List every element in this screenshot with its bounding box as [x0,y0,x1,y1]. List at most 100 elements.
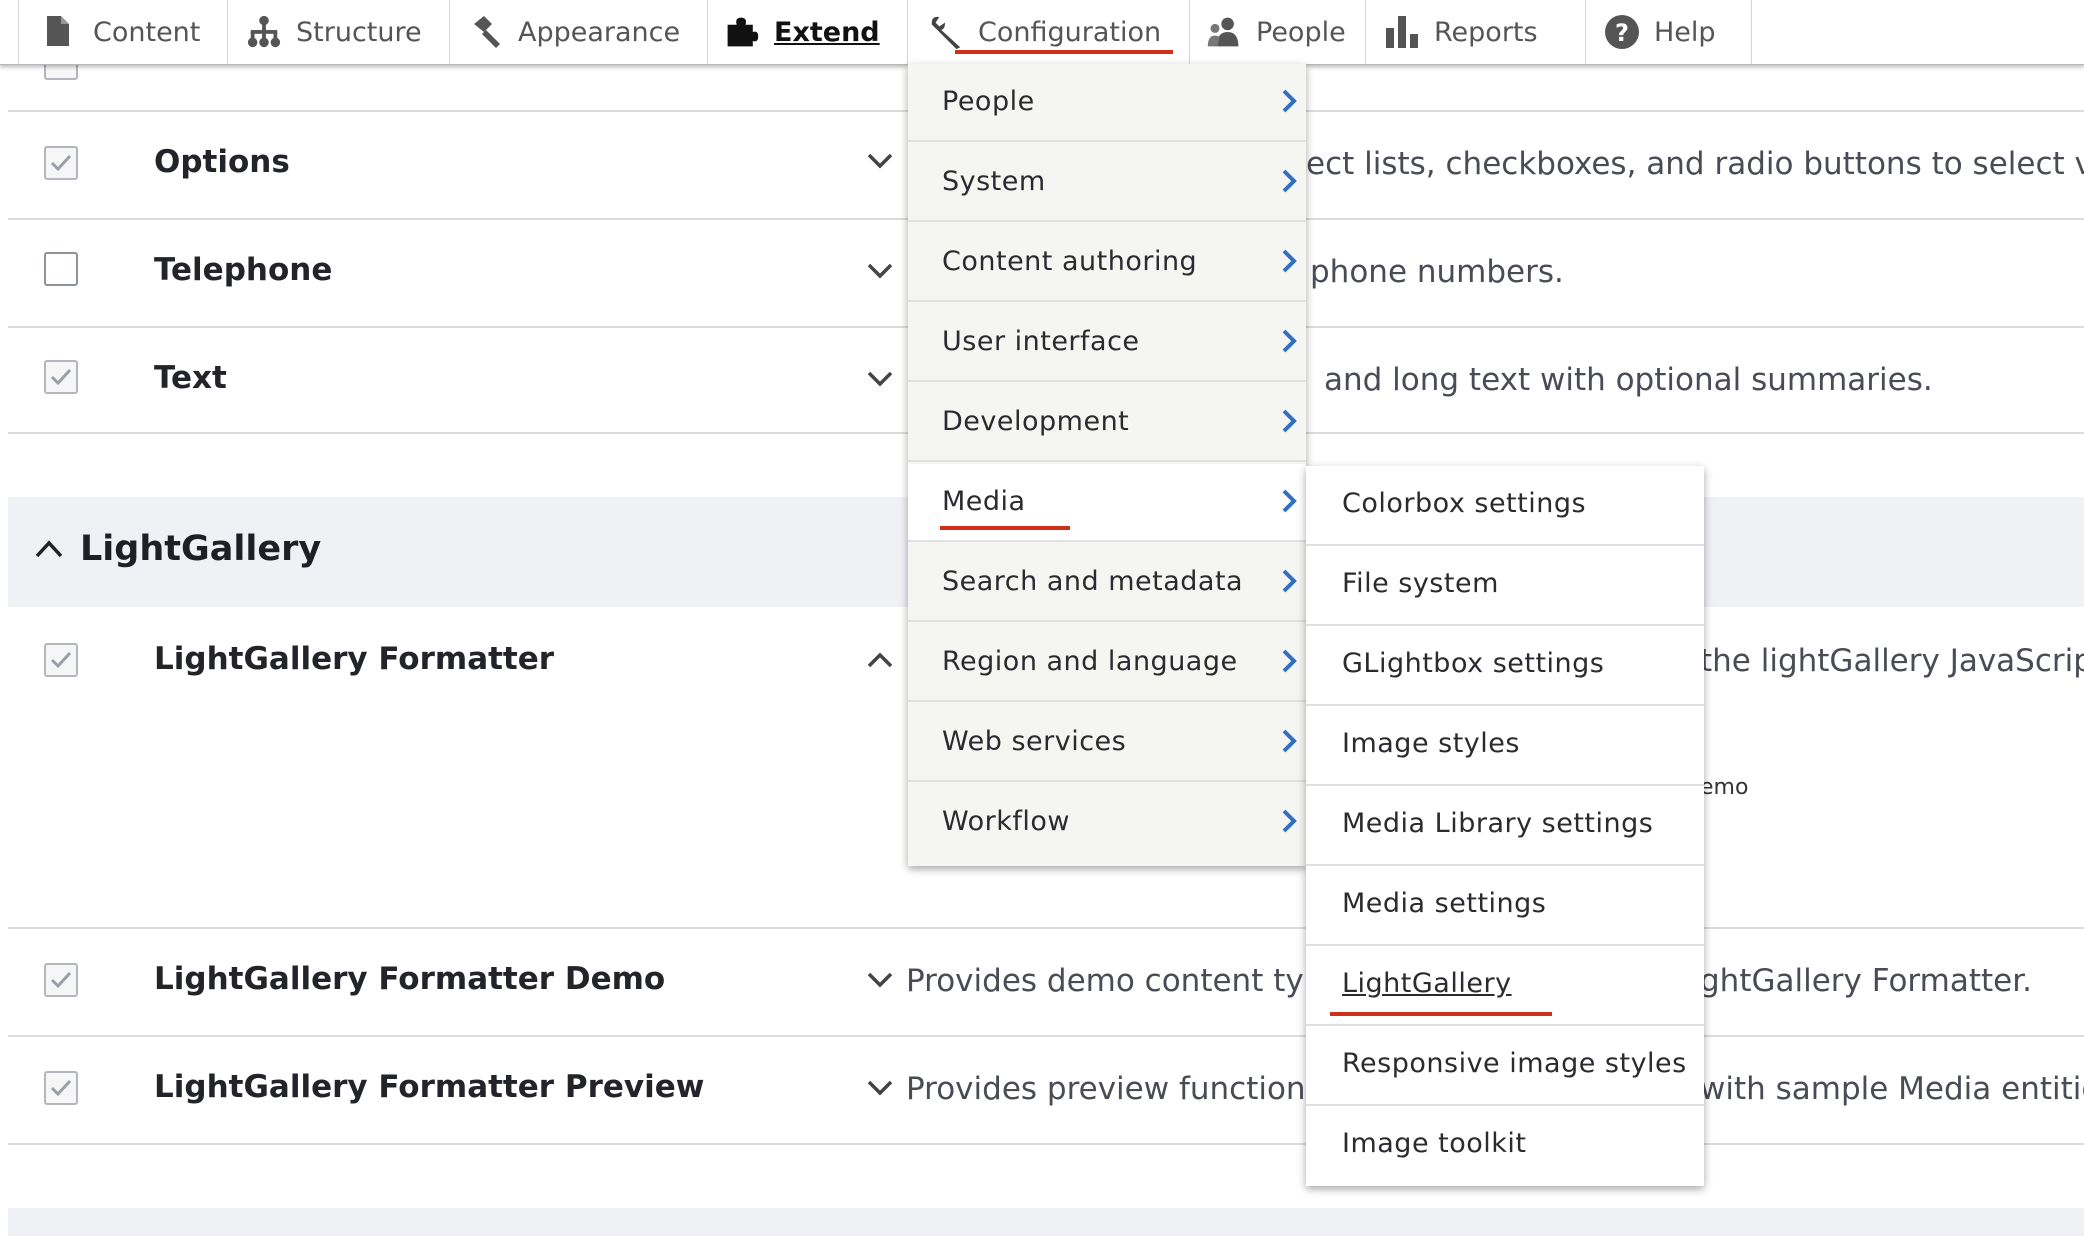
chevron-right-icon [1280,568,1298,601]
toolbar-reports[interactable]: Reports [1366,0,1586,64]
module-description: ect lists, checkboxes, and radio buttons… [1306,146,2084,182]
config-menu-item-people[interactable]: People [908,64,1306,142]
menu-item-label: Content authoring [942,246,1198,277]
media-highlight-underline [940,526,1070,530]
menu-item-label: System [942,166,1046,197]
toolbar-structure[interactable]: Structure [228,0,450,64]
module-description-tail: with sample Media entities. [1700,1071,2084,1107]
config-menu-item-development[interactable]: Development [908,384,1306,462]
media-menu-item-responsive-image-styles[interactable]: Responsive image styles [1306,1026,1704,1106]
chevron-right-icon [1280,248,1298,281]
menu-item-label: Media [942,486,1026,517]
admin-toolbar: Content Structure Appearance Extend Conf… [0,0,2084,65]
chevron-right-icon [1280,168,1298,201]
media-menu-item-media-settings[interactable]: Media settings [1306,866,1704,946]
toolbar-help[interactable]: ? Help [1586,0,1752,64]
module-checkbox-telephone[interactable] [44,252,78,286]
toolbar-structure-label: Structure [296,16,422,48]
chevron-up-icon[interactable] [866,651,894,673]
media-menu-item-file-system[interactable]: File system [1306,546,1704,626]
config-menu-item-region-and-language[interactable]: Region and language [908,624,1306,702]
chevron-up-icon[interactable] [34,539,64,563]
config-menu-item-user-interface[interactable]: User interface [908,304,1306,382]
menu-item-label: Workflow [942,806,1070,837]
config-menu-item-content-authoring[interactable]: Content authoring [908,224,1306,302]
menu-item-label: Region and language [942,646,1238,677]
wrench-icon [928,14,964,50]
menu-item-label: Search and metadata [942,566,1244,597]
media-menu-item-colorbox-settings[interactable]: Colorbox settings [1306,466,1704,546]
module-title: Text [154,360,227,396]
chevron-down-icon[interactable] [866,152,894,174]
menu-item-label: User interface [942,326,1140,357]
toolbar-extend[interactable]: Extend [708,0,908,64]
media-menu-item-media-library-settings[interactable]: Media Library settings [1306,786,1704,866]
module-title: Telephone [154,252,333,288]
toolbar-configuration-label: Configuration [978,16,1162,48]
module-title: LightGallery Formatter Demo [154,961,666,997]
menu-item-label: Media settings [1342,888,1547,919]
menu-item-label: Media Library settings [1342,808,1654,839]
module-title: LightGallery Formatter Preview [154,1069,705,1105]
media-submenu: Colorbox settings File system GLightbox … [1306,466,1704,1186]
module-title: Options [154,144,290,180]
module-description: Provides demo content type [906,963,1343,999]
chevron-down-icon[interactable] [866,971,894,993]
configuration-menu: People System Content authoring User int… [908,64,1306,866]
module-description: the lightGallery JavaScript [1700,643,2084,679]
menu-item-label: File system [1342,568,1499,599]
config-menu-item-workflow[interactable]: Workflow [908,784,1306,862]
paintbrush-icon [468,14,504,50]
chevron-down-icon[interactable] [866,262,894,284]
chevron-right-icon [1280,488,1298,521]
config-menu-item-system[interactable]: System [908,144,1306,222]
people-icon [1206,14,1242,50]
toolbar-configuration[interactable]: Configuration [908,0,1190,64]
chevron-right-icon [1280,88,1298,121]
configuration-active-underline [955,50,1173,54]
toolbar-content[interactable]: Content [18,0,228,64]
module-checkbox-text[interactable] [44,360,78,394]
menu-item-label: Responsive image styles [1342,1048,1687,1079]
toolbar-people[interactable]: People [1190,0,1366,64]
module-checkbox-preview[interactable] [44,1071,78,1105]
file-icon [43,14,79,50]
chevron-right-icon [1280,328,1298,361]
module-checkbox-options[interactable] [44,146,78,180]
module-checkbox-lightgallery-formatter[interactable] [44,643,78,677]
chevron-right-icon [1280,728,1298,761]
config-menu-item-search-and-metadata[interactable]: Search and metadata [908,544,1306,622]
chevron-down-icon[interactable] [866,370,894,392]
group-title: LightGallery [80,529,322,569]
menu-item-label: Development [942,406,1130,437]
menu-item-label: Colorbox settings [1342,488,1587,519]
module-description: and long text with optional summaries. [1324,362,1933,398]
chevron-down-icon[interactable] [866,1079,894,1101]
toolbar-reports-label: Reports [1434,16,1538,48]
next-group-header [8,1208,2084,1236]
media-menu-item-image-toolkit[interactable]: Image toolkit [1306,1106,1704,1186]
toolbar-content-label: Content [93,16,201,48]
module-row-lightgallery-formatter-demo: LightGallery Formatter Demo Provides dem… [8,927,2084,1037]
chevron-right-icon [1280,648,1298,681]
module-description: Provides preview functional [906,1071,1334,1107]
module-title: LightGallery Formatter [154,641,555,677]
toolbar-help-label: Help [1654,16,1716,48]
module-checkbox-demo[interactable] [44,963,78,997]
menu-item-label: GLightbox settings [1342,648,1605,679]
menu-item-label: Image toolkit [1342,1128,1527,1159]
help-icon: ? [1604,14,1640,50]
bar-chart-icon [1384,14,1420,50]
media-menu-item-lightgallery[interactable]: LightGallery [1306,946,1704,1026]
media-menu-item-image-styles[interactable]: Image styles [1306,706,1704,786]
toolbar-extend-label: Extend [774,16,880,48]
sitemap-icon [246,14,282,50]
config-menu-item-web-services[interactable]: Web services [908,704,1306,782]
media-menu-item-glightbox-settings[interactable]: GLightbox settings [1306,626,1704,706]
menu-item-label: Web services [942,726,1127,757]
svg-text:?: ? [1615,19,1629,47]
toolbar-people-label: People [1256,16,1346,48]
toolbar-appearance[interactable]: Appearance [450,0,708,64]
config-menu-item-media[interactable]: Media [908,464,1306,542]
puzzle-icon [724,14,760,50]
